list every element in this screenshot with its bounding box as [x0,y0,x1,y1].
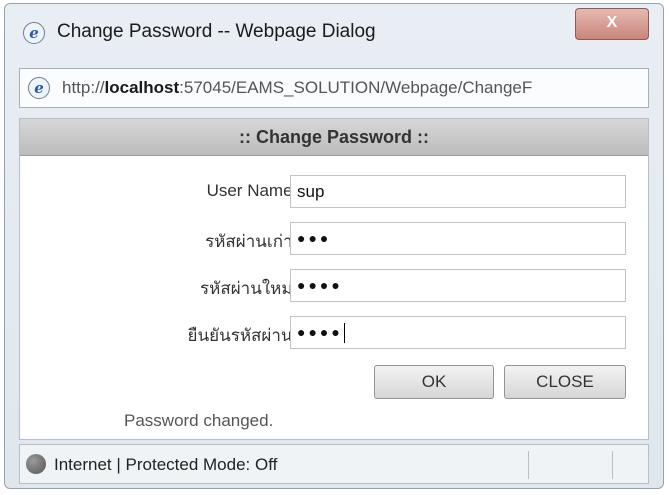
status-bar: Internet | Protected Mode: Off [19,444,649,484]
dialog-content: :: Change Password :: User Name : sup รห… [19,118,649,440]
page-icon: e [28,77,50,99]
title-bar[interactable]: e Change Password -- Webpage Dialog X [5,4,663,62]
url-prefix: http:// [62,78,105,97]
close-button[interactable]: CLOSE [504,365,626,399]
window-close-button[interactable]: X [575,8,649,40]
username-label: User Name : [206,181,302,200]
confirm-password-row: ยืนยันรหัสผ่าน : ●●●● [20,316,648,350]
new-password-input[interactable]: ●●●● [290,269,626,302]
panel-title: :: Change Password :: [20,119,648,156]
url-path: :57045/EAMS_SOLUTION/Webpage/ChangeF [179,78,533,97]
status-divider [612,451,613,479]
dialog-window: e Change Password -- Webpage Dialog X e … [4,3,664,489]
status-divider [528,451,529,479]
confirm-password-value: ●●●● [297,324,343,340]
window-title: Change Password -- Webpage Dialog [57,21,376,42]
username-input[interactable]: sup [290,175,626,208]
text-caret [343,323,345,344]
new-password-label: รหัสผ่านใหม่ : [200,279,302,298]
security-zone-text: Internet | Protected Mode: Off [54,455,278,474]
address-bar[interactable]: e http://localhost:57045/EAMS_SOLUTION/W… [19,68,649,108]
globe-icon [26,454,46,474]
old-password-row: รหัสผ่านเก่า : ●●● [20,222,648,256]
confirm-password-input[interactable]: ●●●● [290,316,626,349]
ok-button[interactable]: OK [374,365,494,399]
url-text: http://localhost:57045/EAMS_SOLUTION/Web… [62,78,642,98]
username-row: User Name : sup [20,175,648,209]
status-message: Password changed. [124,411,274,430]
old-password-label: รหัสผ่านเก่า : [205,232,302,251]
url-host: localhost [104,78,180,97]
old-password-input[interactable]: ●●● [290,222,626,255]
new-password-row: รหัสผ่านใหม่ : ●●●● [20,269,648,303]
ie-logo-icon: e [23,22,45,44]
confirm-password-label: ยืนยันรหัสผ่าน : [187,326,302,345]
